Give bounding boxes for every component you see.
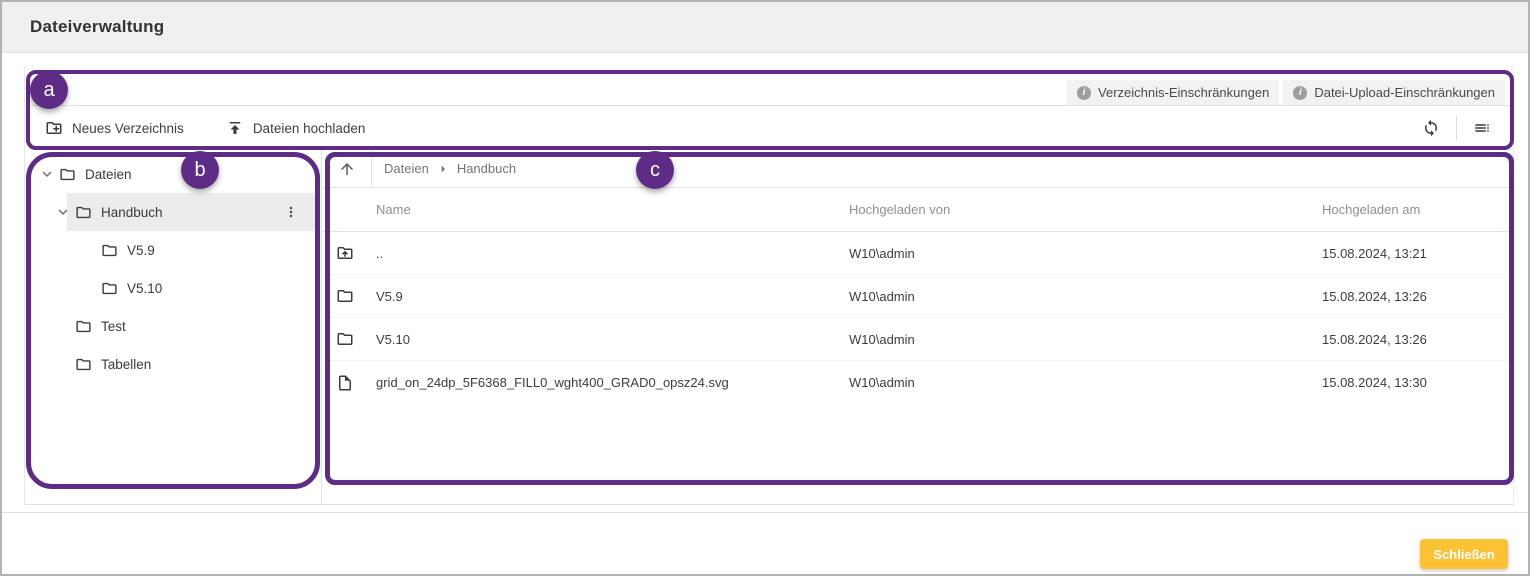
uploaded-at: 15.08.2024, 13:26 [1322, 289, 1513, 304]
file-manager: i Verzeichnis-Einschränkungen i Datei-Up… [24, 66, 1514, 505]
tree-item-label: Handbuch [101, 205, 163, 220]
new-directory-label: Neues Verzeichnis [72, 121, 184, 136]
tree-item-label: Dateien [85, 167, 132, 182]
file-name: V5.10 [376, 332, 849, 347]
arrow-up-icon [338, 160, 356, 178]
tree-item-dateien[interactable]: Dateien [25, 155, 321, 193]
file-upload-restrictions-chip[interactable]: i Datei-Upload-Einschränkungen [1283, 80, 1505, 105]
file-name: .. [376, 246, 849, 261]
uploaded-at: 15.08.2024, 13:30 [1322, 375, 1513, 390]
restrictions-bar: i Verzeichnis-Einschränkungen i Datei-Up… [25, 66, 1513, 106]
new-folder-icon [45, 119, 63, 137]
file-upload-restrictions-label: Datei-Upload-Einschränkungen [1314, 85, 1495, 100]
tree-item-v59[interactable]: V5.9 [25, 231, 321, 269]
footer-divider [2, 512, 1528, 513]
table-row-svg-file[interactable]: grid_on_24dp_5F6368_FILL0_wght400_GRAD0_… [322, 361, 1513, 404]
directory-restrictions-label: Verzeichnis-Einschränkungen [1098, 85, 1269, 100]
info-icon: i [1077, 86, 1091, 100]
breadcrumb-current: Handbuch [457, 161, 516, 176]
folder-icon [75, 356, 92, 373]
close-button[interactable]: Schließen [1420, 539, 1508, 569]
file-name: V5.9 [376, 289, 849, 304]
new-directory-button[interactable]: Neues Verzeichnis [45, 119, 184, 137]
file-list-panel: Dateien Handbuch Name Hochgeladen von Ho… [322, 150, 1513, 504]
tree-item-handbuch[interactable]: Handbuch [25, 193, 321, 231]
navigate-up-button[interactable] [322, 150, 372, 187]
breadcrumb: Dateien Handbuch [372, 161, 516, 177]
uploaded-by: W10\admin [849, 332, 1322, 347]
table-row-parent-dir[interactable]: .. W10\admin 15.08.2024, 13:21 [322, 232, 1513, 275]
page-title: Dateiverwaltung [30, 17, 164, 37]
name-column-header[interactable]: Name [376, 202, 849, 217]
folder-icon [75, 204, 92, 221]
folder-up-icon [322, 244, 376, 262]
tree-item-label: V5.9 [127, 243, 155, 258]
folder-icon [322, 287, 376, 305]
uploaded-by: W10\admin [849, 289, 1322, 304]
chevron-down-icon[interactable] [51, 203, 75, 221]
upload-files-button[interactable]: Dateien hochladen [226, 119, 366, 137]
uploaded-at-column-header[interactable]: Hochgeladen am [1322, 202, 1513, 217]
upload-files-label: Dateien hochladen [253, 121, 366, 136]
breadcrumb-arrow-icon [435, 161, 451, 177]
file-name: grid_on_24dp_5F6368_FILL0_wght400_GRAD0_… [376, 375, 849, 390]
uploaded-by: W10\admin [849, 375, 1322, 390]
upload-icon [226, 119, 244, 137]
dateiverwaltung-dialog: Dateiverwaltung i Verzeichnis-Einschränk… [0, 0, 1530, 576]
table-header: Name Hochgeladen von Hochgeladen am [322, 188, 1513, 232]
directory-restrictions-chip[interactable]: i Verzeichnis-Einschränkungen [1067, 80, 1279, 105]
table-row-v59[interactable]: V5.9 W10\admin 15.08.2024, 13:26 [322, 275, 1513, 318]
info-icon: i [1293, 86, 1307, 100]
directory-tree: Dateien Handbuch V5.9 [25, 150, 322, 504]
dialog-header: Dateiverwaltung [2, 2, 1528, 53]
tree-item-v510[interactable]: V5.10 [25, 269, 321, 307]
uploaded-at: 15.08.2024, 13:21 [1322, 246, 1513, 261]
tree-item-label: Test [101, 319, 126, 334]
folder-icon [75, 318, 92, 335]
list-view-icon [1473, 119, 1491, 137]
tree-item-label: Tabellen [101, 357, 151, 372]
refresh-icon [1422, 119, 1440, 137]
folder-icon [101, 280, 118, 297]
folder-icon [322, 330, 376, 348]
refresh-button[interactable] [1414, 113, 1448, 143]
tree-item-test[interactable]: Test [25, 307, 321, 345]
more-vert-icon[interactable] [283, 204, 299, 220]
folder-icon [101, 242, 118, 259]
file-icon [322, 374, 376, 392]
content-panels: Dateien Handbuch V5.9 [25, 150, 1513, 504]
tree-item-label: V5.10 [127, 281, 162, 296]
chevron-down-icon[interactable] [35, 165, 59, 183]
uploaded-at: 15.08.2024, 13:26 [1322, 332, 1513, 347]
list-view-button[interactable] [1465, 113, 1499, 143]
folder-icon [59, 166, 76, 183]
actions-toolbar: Neues Verzeichnis Dateien hochladen [25, 106, 1513, 150]
toolbar-divider [1456, 115, 1457, 141]
uploaded-by-column-header[interactable]: Hochgeladen von [849, 202, 1322, 217]
tree-item-tabellen[interactable]: Tabellen [25, 345, 321, 383]
breadcrumb-root[interactable]: Dateien [384, 161, 429, 176]
table-row-v510[interactable]: V5.10 W10\admin 15.08.2024, 13:26 [322, 318, 1513, 361]
breadcrumb-bar: Dateien Handbuch [322, 150, 1513, 188]
uploaded-by: W10\admin [849, 246, 1322, 261]
